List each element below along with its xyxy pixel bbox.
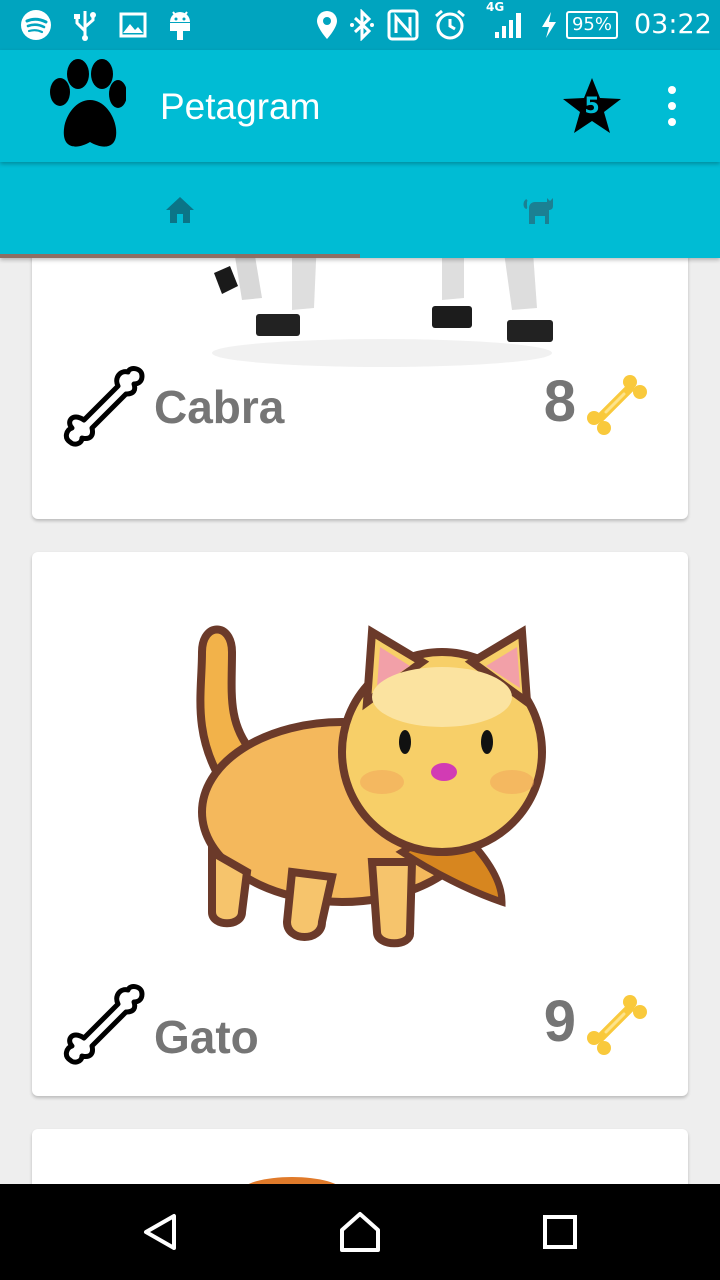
tab-bar [0, 162, 720, 258]
back-icon[interactable] [134, 1206, 186, 1258]
tab-indicator [0, 254, 360, 258]
signal-icon [492, 8, 526, 42]
android-icon [164, 8, 196, 42]
pet-card: Gato 9 [32, 552, 688, 1096]
more-vert-icon[interactable] [652, 78, 692, 134]
pet-card [32, 1129, 688, 1184]
usb-icon [70, 8, 100, 42]
rating-bone-icon [584, 992, 650, 1058]
cat-image [172, 602, 562, 962]
pet-card: Cabra 8 [32, 258, 688, 519]
status-bar: 4G 95% 03:22 [0, 0, 720, 50]
goat-image [202, 258, 562, 368]
cat-icon [523, 198, 553, 224]
recents-icon[interactable] [534, 1206, 586, 1258]
like-bone-icon[interactable] [62, 982, 148, 1068]
tab-home[interactable] [0, 162, 360, 258]
favorites-count: 5 [584, 94, 600, 119]
image-icon [118, 8, 148, 42]
spotify-icon [18, 8, 54, 42]
tab-profile[interactable] [360, 162, 720, 258]
location-icon [314, 8, 340, 42]
home-nav-icon[interactable] [334, 1206, 386, 1258]
alarm-icon [432, 8, 468, 42]
charging-icon [538, 8, 560, 42]
nfc-icon [386, 8, 420, 42]
pet-rating: 9 [543, 989, 576, 1054]
system-nav-bar [0, 1184, 720, 1280]
pet-rating: 8 [543, 369, 576, 434]
pet-name: Gato [154, 1011, 259, 1063]
pet-image [232, 1169, 352, 1184]
app-title: Petagram [160, 86, 321, 127]
pet-name: Cabra [154, 381, 285, 433]
clock: 03:22 [634, 9, 712, 40]
battery-icon: 95% [566, 11, 618, 39]
home-icon [166, 197, 194, 223]
favorites-button[interactable]: 5 [560, 74, 624, 138]
bluetooth-icon [348, 8, 376, 42]
pet-list[interactable]: Cabra 8 Gato 9 [0, 258, 720, 1184]
like-bone-icon[interactable] [62, 364, 148, 450]
paw-logo-icon [46, 56, 127, 156]
app-bar: Petagram 5 [0, 50, 720, 162]
rating-bone-icon [584, 372, 650, 438]
